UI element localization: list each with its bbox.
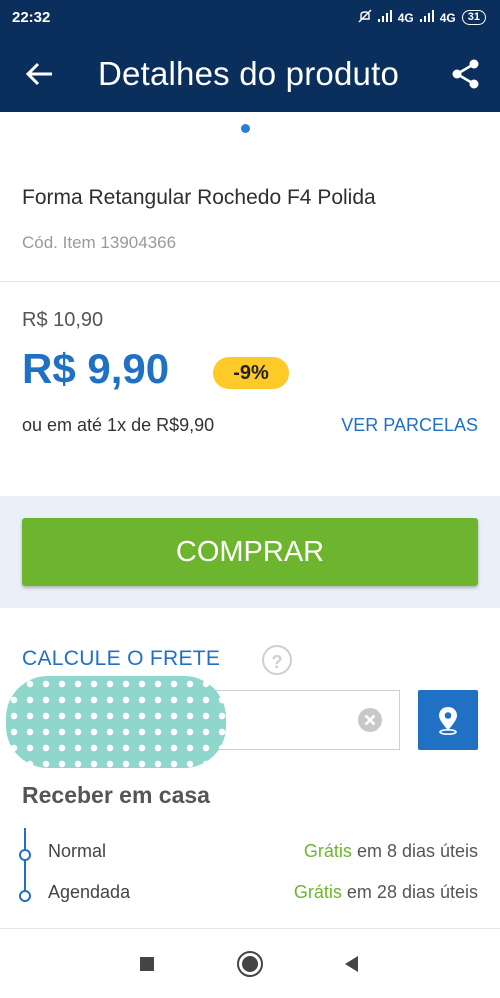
share-icon[interactable] — [450, 58, 482, 90]
shipping-option-normal: Normal — [48, 841, 107, 861]
shipping-option-agendada-info: Grátis em 28 dias úteis — [294, 882, 478, 903]
divider — [0, 281, 500, 282]
installments-text: ou em até 1x de R$9,90 — [22, 415, 215, 435]
delivery-time: em 8 dias úteis — [356, 841, 478, 861]
battery-icon: 31 — [461, 10, 486, 25]
page-title: Detalhes do produto — [98, 55, 400, 92]
help-icon[interactable]: ? — [262, 645, 292, 675]
location-pin-icon — [439, 707, 457, 735]
delivery-time: em 28 dias úteis — [346, 882, 478, 902]
divider — [0, 928, 500, 929]
location-button[interactable] — [418, 690, 478, 750]
product-name: Forma Retangular Rochedo F4 Polida — [22, 186, 376, 209]
current-price: R$ 9,90 — [22, 345, 170, 392]
old-price: R$ 10,90 — [22, 309, 104, 331]
calculate-shipping-title: CALCULE O FRETE — [22, 647, 221, 670]
recent-apps-icon[interactable] — [140, 957, 154, 971]
shipping-timeline — [24, 828, 26, 898]
ver-parcelas-link[interactable]: VER PARCELAS — [341, 415, 478, 436]
clear-icon[interactable] — [358, 708, 382, 732]
status-time: 22:32 — [12, 9, 51, 26]
signal-icon — [377, 10, 392, 25]
timeline-dot — [19, 890, 31, 902]
discount-badge: -9% — [213, 357, 289, 389]
receive-at-home-title: Receber em casa — [22, 782, 210, 808]
free-label: Grátis — [303, 841, 352, 861]
mute-icon — [358, 9, 372, 26]
status-icons: 4G 4G 31 — [358, 9, 486, 26]
buy-button[interactable]: COMPRAR — [22, 518, 478, 586]
product-code: Cód. Item 13904366 — [22, 233, 177, 252]
redacted-cep-value — [6, 676, 226, 768]
app-bar: Detalhes do produto — [0, 36, 500, 112]
network-label: 4G — [439, 10, 456, 25]
shipping-option-normal-info: Grátis em 8 dias úteis — [304, 841, 478, 862]
shipping-option-agendada: Agendada — [48, 882, 131, 902]
status-bar: 22:32 4G 4G 31 — [0, 0, 500, 36]
free-label: Grátis — [293, 882, 342, 902]
signal-icon — [419, 10, 434, 25]
carousel-indicator[interactable] — [241, 124, 250, 133]
back-triangle-icon[interactable] — [342, 954, 360, 974]
network-label: 4G — [397, 10, 414, 25]
timeline-dot — [19, 849, 31, 861]
arrow-back-icon[interactable] — [24, 58, 56, 90]
home-icon[interactable] — [236, 950, 264, 978]
